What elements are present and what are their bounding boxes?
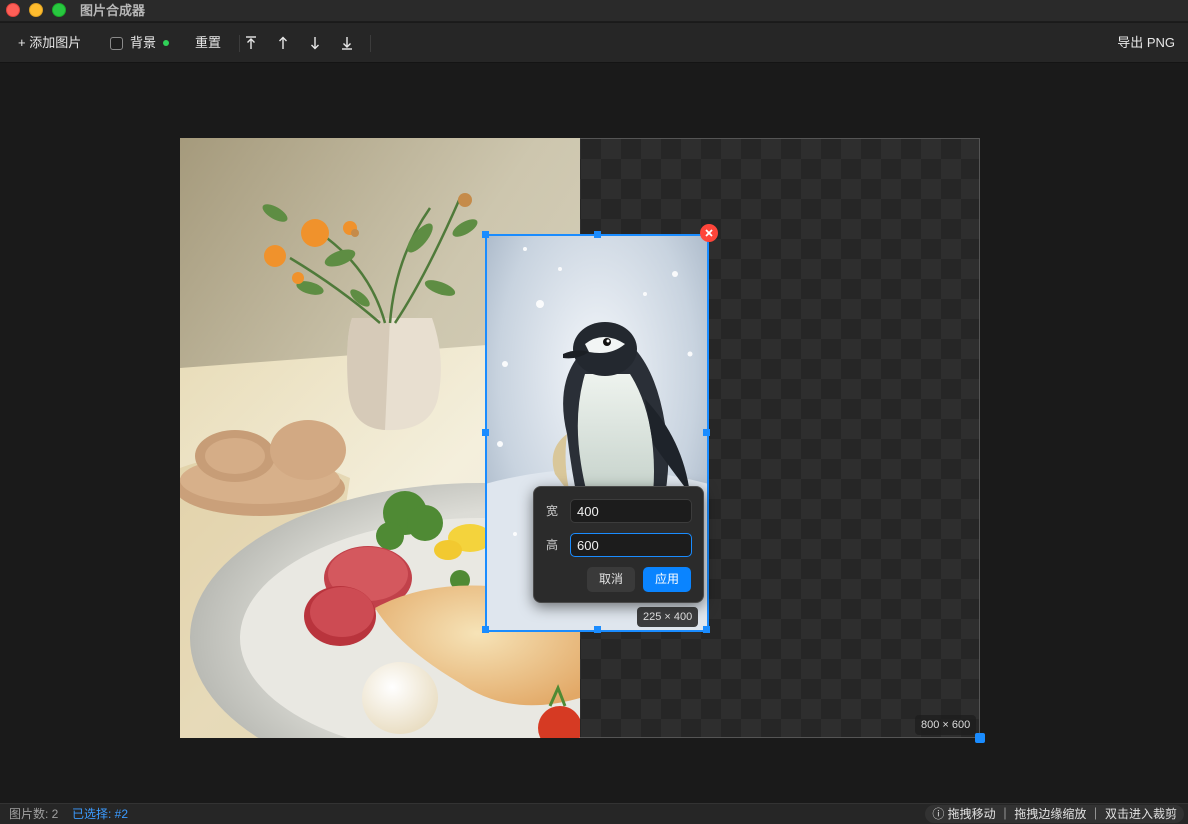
status-bar: 图片数: 2 已选择: #2 ⓘ 拖拽移动 ｜ 拖拽边缘缩放 ｜ 双击进入裁剪 [0, 803, 1188, 824]
window-zoom-button[interactable] [52, 3, 66, 17]
apply-button[interactable]: 应用 [643, 567, 691, 592]
toolbar: + 添加图片 背景 重置 导出 PNG [0, 23, 1188, 63]
background-color-dot[interactable] [163, 40, 170, 46]
export-png-button[interactable]: 导出 PNG [1117, 31, 1175, 55]
arrow-down-icon [311, 37, 319, 50]
send-to-back-icon [342, 37, 352, 50]
usage-hint: ⓘ 拖拽移动 ｜ 拖拽边缘缩放 ｜ 双击进入裁剪 [925, 805, 1184, 823]
move-up-button[interactable] [272, 31, 294, 55]
window-close-button[interactable] [6, 3, 20, 17]
close-icon [705, 229, 713, 237]
canvas-resize-handle[interactable] [975, 733, 985, 743]
width-label: 宽 [546, 504, 559, 518]
window-title: 图片合成器 [80, 3, 146, 18]
resize-handle-top-left[interactable] [482, 231, 489, 238]
size-popup: 宽 高 取消 应用 [533, 486, 704, 603]
background-toggle[interactable]: 背景 [110, 31, 170, 55]
resize-handle-top[interactable] [594, 231, 601, 238]
width-input[interactable] [570, 499, 692, 523]
resize-handle-right[interactable] [703, 429, 710, 436]
resize-handle-left[interactable] [482, 429, 489, 436]
height-label: 高 [546, 538, 559, 552]
bring-to-front-icon [246, 36, 256, 49]
canvas-size-label: 800 × 600 [915, 715, 977, 735]
delete-image-button[interactable] [700, 224, 718, 242]
window-minimize-button[interactable] [29, 3, 43, 17]
selected-image-indicator: 已选择: #2 [72, 807, 129, 821]
background-label: 背景 [130, 35, 157, 50]
title-bar: 图片合成器 [0, 0, 1188, 22]
reset-button[interactable]: 重置 [195, 31, 221, 55]
add-image-button[interactable]: + 添加图片 [18, 31, 81, 55]
background-checkbox[interactable] [110, 36, 123, 50]
arrow-up-icon [279, 36, 287, 49]
cancel-button[interactable]: 取消 [587, 567, 635, 592]
selected-size-label: 225 × 400 [637, 607, 699, 627]
resize-handle-bottom[interactable] [594, 626, 601, 633]
resize-handle-bottom-right[interactable] [703, 626, 710, 633]
image-count: 图片数: 2 [9, 807, 59, 821]
height-input[interactable] [570, 533, 692, 557]
send-to-back-button[interactable] [336, 31, 358, 55]
toolbar-divider [370, 35, 371, 52]
move-down-button[interactable] [304, 31, 326, 55]
bring-to-front-button[interactable] [240, 31, 262, 55]
resize-handle-bottom-left[interactable] [482, 626, 489, 633]
